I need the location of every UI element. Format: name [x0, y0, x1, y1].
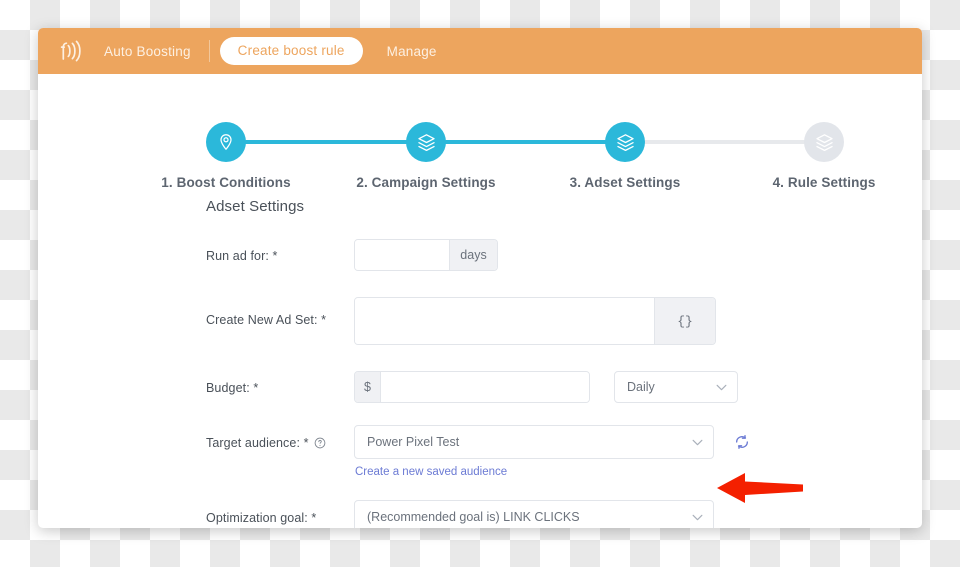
budget-schedule-select[interactable]: Daily [614, 371, 738, 403]
stepper-label-3: 3. Adset Settings [569, 175, 681, 190]
nav-manage[interactable]: Manage [381, 44, 443, 59]
stepper-label-1: 1. Boost Conditions [161, 175, 291, 190]
create-new-ad-set-input[interactable] [355, 298, 654, 344]
run-ad-for-days-addon: days [449, 240, 497, 270]
target-audience-value: Power Pixel Test [367, 435, 460, 449]
wizard-stepper: 1. Boost Conditions 2. Campaign Settings [78, 114, 882, 194]
optimization-goal-select[interactable]: (Recommended goal is) LINK CLICKS [354, 500, 714, 528]
target-audience-label: Target audience: * [206, 425, 354, 450]
stepper-step-2[interactable]: 2. Campaign Settings [346, 114, 506, 190]
layers-icon [804, 122, 844, 162]
field-row-target-audience: Target audience: * Power Pixel Test Crea… [206, 425, 922, 478]
refresh-icon[interactable] [732, 425, 752, 459]
map-pin-icon [206, 122, 246, 162]
budget-input[interactable] [381, 372, 589, 402]
create-new-ad-set-label: Create New Ad Set: * [206, 313, 327, 327]
target-audience-select[interactable]: Power Pixel Test [354, 425, 714, 459]
field-row-optimization-goal: Optimization goal: * (Recommended goal i… [206, 500, 922, 528]
nav-auto-boosting[interactable]: Auto Boosting [98, 44, 197, 59]
screenshot-stage: Auto Boosting Create boost rule Manage 1… [0, 0, 960, 567]
budget-label: Budget: * [206, 381, 259, 395]
app-card: Auto Boosting Create boost rule Manage 1… [38, 28, 922, 528]
field-row-budget: Budget: * $ Daily [206, 371, 922, 403]
stepper-label-4: 4. Rule Settings [772, 175, 876, 190]
nav-divider [208, 40, 210, 62]
layers-icon [605, 122, 645, 162]
app-header: Auto Boosting Create boost rule Manage [38, 28, 922, 74]
chevron-down-icon [692, 435, 703, 449]
adset-settings-form: Adset Settings Run ad for: * days Create… [38, 198, 922, 528]
section-title: Adset Settings [206, 198, 305, 215]
create-saved-audience-link[interactable]: Create a new saved audience [355, 466, 714, 478]
token-braces-button[interactable]: {} [654, 298, 715, 344]
field-row-run-ad-for: Run ad for: * days [206, 239, 922, 271]
create-new-ad-set-input-group: {} [354, 297, 716, 345]
chevron-down-icon [716, 380, 727, 394]
stepper-step-1[interactable]: 1. Boost Conditions [146, 114, 306, 190]
budget-schedule-value: Daily [627, 380, 655, 394]
nav-create-boost-rule[interactable]: Create boost rule [219, 37, 363, 65]
layers-icon [406, 122, 446, 162]
run-ad-for-label: Run ad for: * [206, 249, 278, 263]
field-row-create-new-ad-set: Create New Ad Set: * {} [206, 297, 922, 345]
optimization-goal-label: Optimization goal: * [206, 511, 317, 525]
optimization-goal-value: (Recommended goal is) LINK CLICKS [367, 510, 580, 524]
currency-addon: $ [355, 372, 381, 402]
target-audience-label-text: Target audience: * [206, 436, 309, 450]
stepper-step-3[interactable]: 3. Adset Settings [545, 114, 705, 190]
chevron-down-icon [692, 510, 703, 524]
stepper-label-2: 2. Campaign Settings [356, 175, 496, 190]
budget-input-group: $ [354, 371, 590, 403]
stepper-step-4[interactable]: 4. Rule Settings [744, 114, 904, 190]
run-ad-for-input-group: days [354, 239, 498, 271]
question-circle-icon[interactable] [314, 437, 326, 449]
broadcast-f-icon [54, 36, 84, 66]
run-ad-for-input[interactable] [355, 240, 449, 270]
